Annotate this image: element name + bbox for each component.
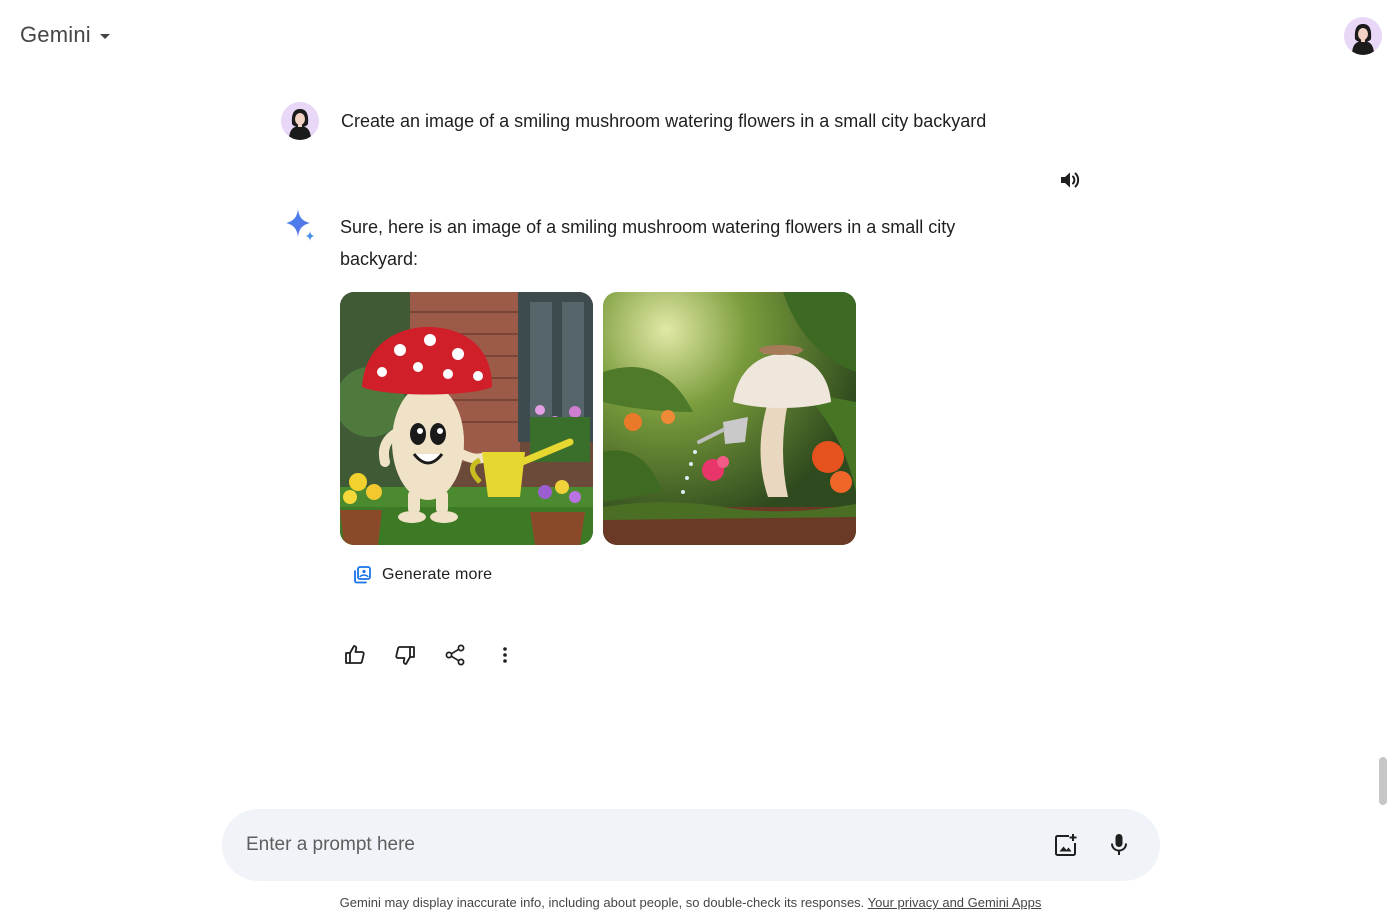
thumbs-down-icon [395,646,415,665]
response-text: Sure, here is an image of a smiling mush… [340,217,956,269]
cartoon-mushroom-image [340,292,593,545]
generated-image-2[interactable] [603,292,856,545]
generated-image-1[interactable] [340,292,593,545]
generated-images [340,292,856,545]
volume-icon [1061,172,1080,188]
generate-more-label: Generate more [382,566,493,583]
account-avatar[interactable] [1344,17,1382,55]
disclaimer: Gemini may display inaccurate info, incl… [0,895,1381,910]
more-options-button[interactable] [487,639,523,671]
thumbs-up-icon [345,645,365,664]
prompt-bar [222,809,1160,881]
image-stack-icon [354,566,371,584]
upload-image-button[interactable] [1050,829,1082,861]
prompt-input[interactable] [244,824,1008,866]
app-title: Gemini [20,22,91,47]
gemini-page: Gemini Create an image of a smiling mush… [0,0,1400,921]
caret-down-icon [99,33,110,39]
privacy-link[interactable]: Your privacy and Gemini Apps [868,895,1042,910]
thumbs-down-button[interactable] [387,639,423,671]
response-actions [337,639,523,671]
share-icon [445,644,465,666]
gemini-sparkle-icon [283,207,317,248]
realistic-mushroom-image [603,292,856,545]
add-image-icon [1055,834,1077,856]
scrollbar-thumb[interactable] [1379,757,1387,805]
app-switcher[interactable]: Gemini [20,22,110,48]
more-vert-icon [503,647,507,663]
listen-button[interactable] [1056,166,1084,194]
share-button[interactable] [437,639,473,671]
user-avatar-icon [1344,17,1382,55]
microphone-icon [1111,834,1127,855]
disclaimer-text: Gemini may display inaccurate info, incl… [339,895,868,910]
generate-more-button[interactable]: Generate more [346,560,498,590]
user-avatar [281,102,319,140]
user-avatar-icon [281,102,319,140]
user-prompt-text: Create an image of a smiling mushroom wa… [341,110,987,131]
microphone-button[interactable] [1103,829,1135,861]
user-message: Create an image of a smiling mushroom wa… [281,102,986,140]
thumbs-up-button[interactable] [337,639,373,671]
